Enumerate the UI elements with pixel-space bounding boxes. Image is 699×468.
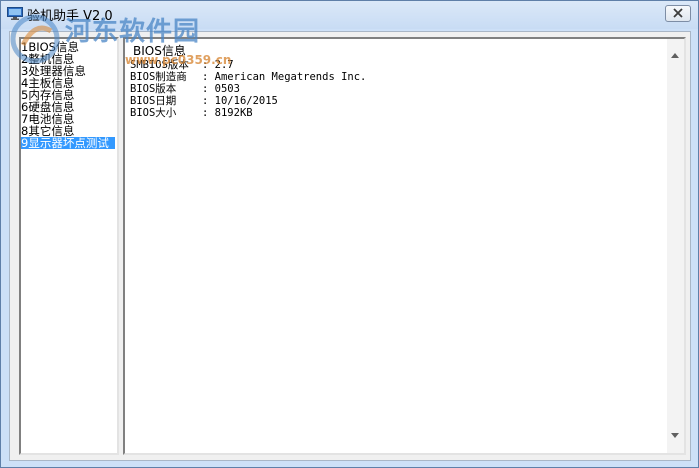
category-tree[interactable]: 1BIOS信息 2整机信息 3处理器信息 4主板信息 5内存信息 6硬盘信息 7电池信息 8其… — [19, 37, 119, 455]
info-label: BIOS制造商 — [130, 71, 187, 83]
info-value: 10/16/2015 — [214, 95, 278, 107]
info-separator: : — [202, 95, 209, 107]
watermark-url: www.pc0359.cn — [125, 53, 232, 67]
tree-item[interactable]: 9显示器坏点测试 — [21, 137, 115, 149]
app-window: 验机助手 V2.0 1BIOS信息 2整机信息 3处理器信息 4主板信息 5内存信息 6硬… — [0, 0, 699, 468]
info-label: BIOS版本 — [130, 83, 177, 95]
close-button[interactable] — [665, 5, 691, 22]
vertical-scrollbar[interactable] — [667, 39, 684, 453]
arrow-up-icon[interactable] — [671, 53, 679, 58]
watermark-logo-icon — [10, 14, 60, 64]
info-row: BIOS制造商: American Megatrends Inc. — [130, 71, 366, 83]
arrow-down-icon[interactable] — [671, 433, 679, 438]
info-row: BIOS大小: 8192KB — [130, 107, 366, 119]
tree-item[interactable]: 7电池信息 — [21, 113, 117, 125]
info-panel[interactable]: BIOS信息 SMBIOS版本: 2.7 BIOS制造商: American Me… — [123, 37, 686, 455]
watermark-name: 河东软件园 — [65, 17, 201, 47]
info-separator: : — [202, 83, 209, 95]
tree-item[interactable]: 6硬盘信息 — [21, 101, 117, 113]
watermark: 河东软件园 www.pc0359.cn — [5, 9, 235, 71]
info-value: American Megatrends Inc. — [214, 71, 367, 83]
info-separator: : — [202, 107, 209, 119]
tree-item[interactable]: 4主板信息 — [21, 77, 117, 89]
close-icon — [673, 8, 683, 18]
info-value: 0503 — [214, 83, 240, 95]
info-value: 8192KB — [214, 107, 253, 119]
info-row: BIOS日期: 10/16/2015 — [130, 95, 366, 107]
client-area: 1BIOS信息 2整机信息 3处理器信息 4主板信息 5内存信息 6硬盘信息 7电池信息 8其… — [9, 31, 691, 461]
info-row: BIOS版本: 0503 — [130, 83, 366, 95]
info-label: BIOS大小 — [130, 107, 177, 119]
tree-item[interactable]: 5内存信息 — [21, 89, 117, 101]
tree-item[interactable]: 8其它信息 — [21, 125, 117, 137]
info-separator: : — [202, 71, 209, 83]
info-label: BIOS日期 — [130, 95, 177, 107]
